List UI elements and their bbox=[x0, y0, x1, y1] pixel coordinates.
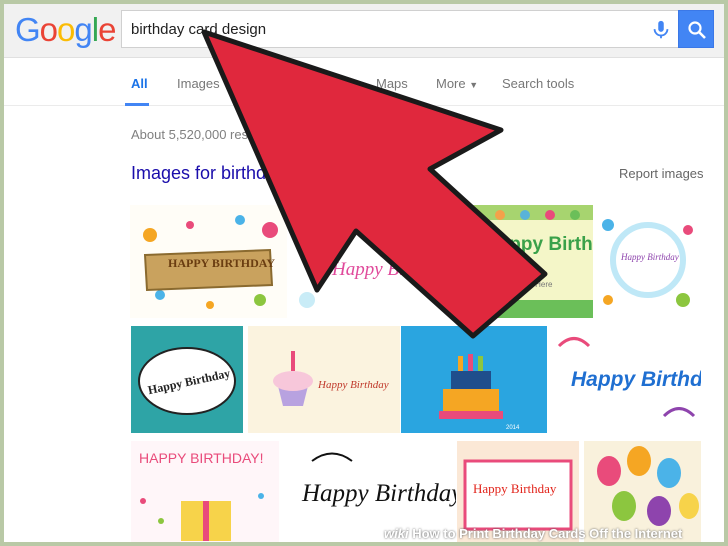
screenshot-frame: Google All Images Maps More ▼ Search too… bbox=[4, 4, 724, 542]
pointer-arrow-icon bbox=[201, 29, 548, 339]
wikihow-watermark: wiki How to Print Birthday Cards Off the… bbox=[384, 526, 683, 541]
